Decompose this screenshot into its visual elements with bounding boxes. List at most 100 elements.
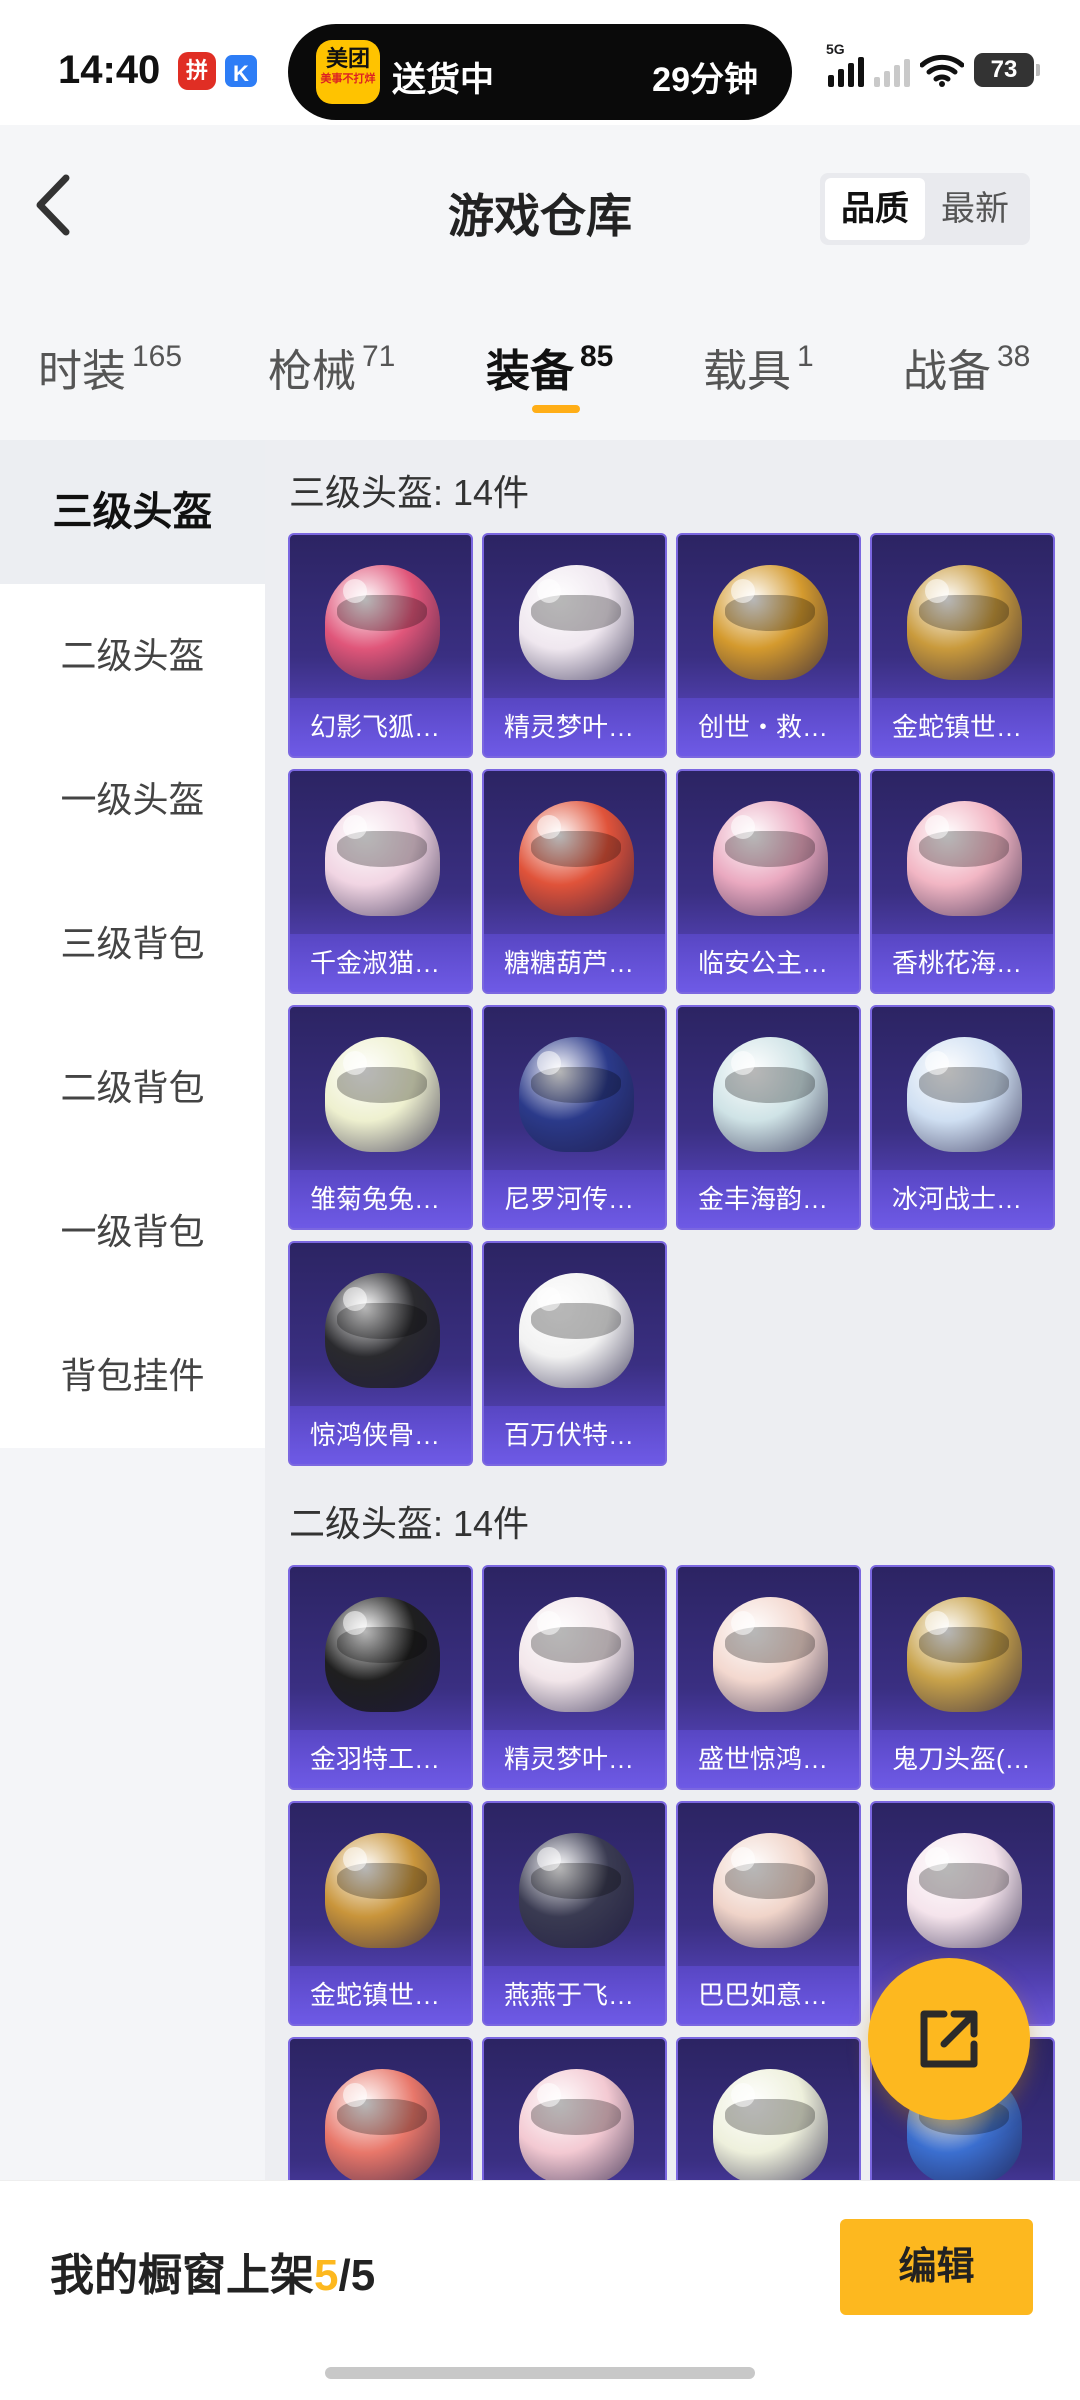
item-name: 金蛇镇世头…: [290, 1966, 471, 2024]
edit-button[interactable]: 编辑: [840, 2219, 1033, 2315]
item-name: 尼罗河传说…: [484, 1170, 665, 1228]
helmet-icon: [713, 565, 828, 680]
item-card[interactable]: 金蛇镇世头…: [288, 1801, 473, 2026]
sidebar-item-level1-helmet[interactable]: 一级头盔: [0, 728, 265, 872]
pinduoduo-icon: 拼: [178, 52, 216, 90]
item-name: 雏菊兔兔头…: [290, 1170, 471, 1228]
meituan-icon: 美团 美事不打烊: [316, 40, 380, 104]
item-name: 精灵梦叶罗…: [484, 698, 665, 756]
sidebar-item-backpack-charm[interactable]: 背包挂件: [0, 1304, 265, 1448]
tab-guns[interactable]: 枪械 71: [268, 335, 395, 399]
helmet-icon: [325, 1037, 440, 1152]
item-name: 幻影飞狐头…: [290, 698, 471, 756]
tab-equipment[interactable]: 装备 85: [486, 335, 613, 399]
item-name: 创世・救赎…: [678, 698, 859, 756]
section-title: 二级头盔: 14件: [289, 1503, 530, 1544]
item-card[interactable]: 鬼刀头盔(2级): [870, 1565, 1055, 1790]
delivery-status: 送货中: [392, 61, 494, 99]
helmet-icon: [519, 2069, 634, 2180]
helmet-icon: [907, 1833, 1022, 1948]
helmet-icon: [325, 1273, 440, 1388]
status-indicators: 5G 73: [826, 41, 1040, 90]
item-card[interactable]: 巴巴如意头…: [676, 1801, 861, 2026]
item-card[interactable]: 惊鸿侠骨头…: [288, 1241, 473, 1466]
dynamic-island-delivery[interactable]: 美团 美事不打烊 送货中 29分钟: [288, 24, 792, 120]
item-card[interactable]: 盛世惊鸿头…: [676, 1565, 861, 1790]
signal-5g-icon: 5G: [826, 41, 864, 87]
helmet-icon: [907, 1037, 1022, 1152]
helmet-icon: [325, 1597, 440, 1712]
bottom-bar: 我的橱窗上架5/5 编辑: [0, 2180, 1080, 2400]
item-card[interactable]: 幻影飞狐头…: [288, 533, 473, 758]
item-name: 金蛇镇世头…: [872, 698, 1053, 756]
item-card[interactable]: 冰河战士头…: [870, 1005, 1055, 1230]
delivery-eta: 29分钟: [652, 61, 758, 99]
showcase-counter: 我的橱窗上架5/5: [50, 2251, 376, 2300]
status-time: 14:40: [58, 48, 161, 92]
share-out-icon: [920, 2010, 978, 2068]
sort-toggle: 品质 最新: [820, 173, 1030, 245]
item-grid-area[interactable]: 三级头盔: 14件 幻影飞狐头… 精灵梦叶罗… 创世・救赎… 金蛇镇世头… 千金淑猫头……: [265, 440, 1080, 2180]
item-name: 惊鸿侠骨头…: [290, 1406, 471, 1464]
item-card[interactable]: 精灵梦叶罗…: [482, 1565, 667, 1790]
sidebar-item-level3-backpack[interactable]: 三级背包: [0, 872, 265, 1016]
helmet-icon: [713, 2069, 828, 2180]
tab-fashion[interactable]: 时装 165: [38, 335, 182, 399]
item-name: 精灵梦叶罗…: [484, 1730, 665, 1788]
item-name: 巴巴如意头…: [678, 1966, 859, 2024]
item-card[interactable]: 金羽特工头…: [288, 1565, 473, 1790]
battery-icon: 73: [974, 53, 1040, 87]
item-card[interactable]: 金蛇镇世头…: [870, 533, 1055, 758]
active-tab-indicator: [532, 405, 580, 413]
helmet-icon: [713, 1597, 828, 1712]
item-name: 金丰海韵头…: [678, 1170, 859, 1228]
sidebar-item-level1-backpack[interactable]: 一级背包: [0, 1160, 265, 1304]
item-card[interactable]: 千金淑猫头…: [288, 769, 473, 994]
item-card[interactable]: 尼罗河传说…: [482, 1005, 667, 1230]
item-name: 千金淑猫头…: [290, 934, 471, 992]
item-name: 临安公主头…: [678, 934, 859, 992]
item-card[interactable]: [288, 2037, 473, 2180]
helmet-icon: [325, 1833, 440, 1948]
item-card[interactable]: 燕燕于飞头…: [482, 1801, 667, 2026]
sort-latest-button[interactable]: 最新: [925, 178, 1025, 240]
helmet-icon: [325, 565, 440, 680]
tab-supplies[interactable]: 战备 38: [903, 335, 1030, 399]
helmet-icon: [325, 2069, 440, 2180]
item-card[interactable]: 雏菊兔兔头…: [288, 1005, 473, 1230]
signal-secondary-icon: [874, 53, 910, 87]
item-card[interactable]: 百万伏特头…: [482, 1241, 667, 1466]
helmet-icon: [713, 801, 828, 916]
item-name: 金羽特工头…: [290, 1730, 471, 1788]
item-card[interactable]: 香桃花海头…: [870, 769, 1055, 994]
status-bar: 14:40 拼 K 美团 美事不打烊 送货中 29分钟 5G 73: [0, 0, 1080, 125]
item-card[interactable]: 精灵梦叶罗…: [482, 533, 667, 758]
tab-vehicles[interactable]: 载具 1: [703, 335, 814, 399]
helmet-icon: [713, 1037, 828, 1152]
item-name: 燕燕于飞头…: [484, 1966, 665, 2024]
wifi-icon: [920, 54, 964, 87]
item-card[interactable]: 创世・救赎…: [676, 533, 861, 758]
helmet-icon: [519, 801, 634, 916]
k-app-icon: K: [222, 52, 260, 90]
home-indicator[interactable]: [325, 2367, 755, 2379]
helmet-icon: [519, 565, 634, 680]
helmet-icon: [519, 1597, 634, 1712]
helmet-icon: [907, 1597, 1022, 1712]
sort-quality-button[interactable]: 品质: [825, 178, 925, 240]
item-grid: 幻影飞狐头… 精灵梦叶罗… 创世・救赎… 金蛇镇世头… 千金淑猫头… 糖糖葫芦头… 临安公主…: [288, 533, 1055, 1466]
helmet-icon: [519, 1273, 634, 1388]
item-card[interactable]: [482, 2037, 667, 2180]
sidebar-item-level2-helmet[interactable]: 二级头盔: [0, 584, 265, 728]
section-title: 三级头盔: 14件: [289, 472, 530, 513]
helmet-icon: [713, 1833, 828, 1948]
item-card[interactable]: 金丰海韵头…: [676, 1005, 861, 1230]
item-card[interactable]: 糖糖葫芦头…: [482, 769, 667, 994]
item-card[interactable]: 临安公主头…: [676, 769, 861, 994]
sidebar-item-level3-helmet[interactable]: 三级头盔: [0, 440, 265, 584]
item-name: 盛世惊鸿头…: [678, 1730, 859, 1788]
sidebar-item-level2-backpack[interactable]: 二级背包: [0, 1016, 265, 1160]
item-card[interactable]: [676, 2037, 861, 2180]
item-name: 鬼刀头盔(2级): [872, 1730, 1053, 1788]
share-fab-button[interactable]: [868, 1958, 1030, 2120]
